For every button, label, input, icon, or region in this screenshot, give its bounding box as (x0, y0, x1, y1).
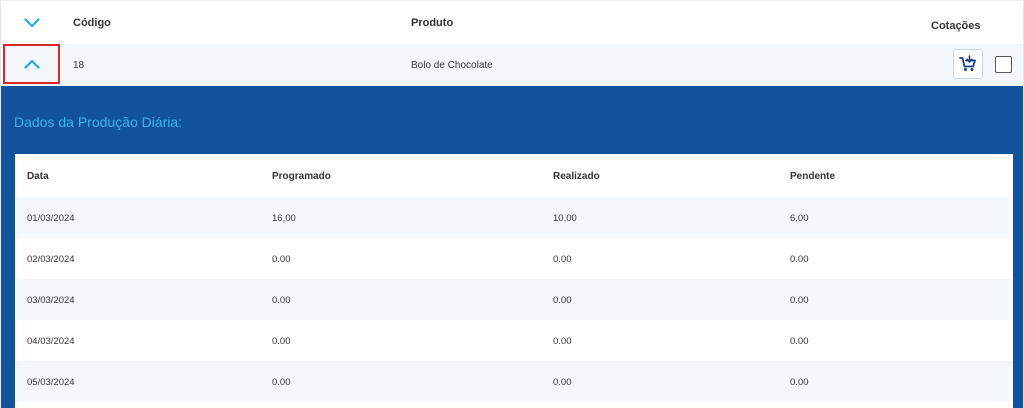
panel-title: Dados da Produção Diária: (14, 114, 183, 130)
cell-pendente: 0.00 (790, 254, 809, 265)
cell-data: 02/03/2024 (27, 254, 75, 265)
cell-realizado: 0.00 (553, 254, 572, 265)
cell-realizado: 0.00 (553, 295, 572, 306)
cell-data: 01/03/2024 (27, 213, 75, 224)
column-header-programado: Programado (272, 171, 331, 182)
table-row: 03/03/2024 0.00 0.00 0.00 (15, 279, 1013, 320)
add-to-quote-button[interactable] (953, 49, 983, 79)
column-header-data: Data (27, 171, 49, 182)
table-row: 02/03/2024 0.00 0.00 0.00 (15, 238, 1013, 279)
page: Código Produto Cotações 18 Bolo de Choco… (0, 0, 1024, 408)
product-codigo: 18 (73, 60, 85, 71)
expand-all-button[interactable] (15, 9, 49, 37)
table-row: 04/03/2024 0.00 0.00 0.00 (15, 320, 1013, 361)
cell-pendente: 0.00 (790, 377, 809, 388)
product-name: Bolo de Chocolate (411, 60, 493, 71)
add-to-cart-icon (959, 55, 976, 71)
cell-data: 05/03/2024 (27, 377, 75, 388)
cell-data: 03/03/2024 (27, 295, 75, 306)
cell-pendente: 0.00 (790, 295, 809, 306)
column-header-realizado: Realizado (553, 171, 600, 182)
column-header-produto: Produto (411, 17, 454, 29)
cell-programado: 16,00 (272, 213, 296, 224)
daily-production-panel: Dados da Produção Diária: Data Programad… (1, 86, 1023, 408)
cell-pendente: 0.00 (790, 336, 809, 347)
cell-programado: 0.00 (272, 254, 291, 265)
cell-programado: 0.00 (272, 295, 291, 306)
daily-production-table: Data Programado Realizado Pendente 01/03… (15, 154, 1013, 408)
product-row: 18 Bolo de Chocolate (1, 44, 1023, 86)
table-row: 01/03/2024 16,00 10,00 6,00 (15, 197, 1013, 238)
table-row: 05/03/2024 0.00 0.00 0.00 (15, 361, 1013, 402)
cell-realizado: 0.00 (553, 336, 572, 347)
column-header-pendente: Pendente (790, 171, 836, 182)
table-header-row: Data Programado Realizado Pendente (15, 154, 1013, 197)
chevron-up-icon (23, 59, 40, 69)
cell-programado: 0.00 (272, 377, 291, 388)
collapse-row-button[interactable] (3, 44, 60, 84)
cell-realizado: 10,00 (553, 213, 577, 224)
cell-data: 04/03/2024 (27, 336, 75, 347)
column-header-cotacoes: Cotações (931, 20, 981, 32)
row-select-checkbox[interactable] (995, 56, 1012, 73)
cell-pendente: 6,00 (790, 213, 809, 224)
column-header-codigo: Código (73, 17, 111, 29)
table-header-row: Código Produto Cotações (1, 0, 1023, 44)
cell-realizado: 0.00 (553, 377, 572, 388)
cell-programado: 0.00 (272, 336, 291, 347)
chevron-down-icon (24, 18, 40, 28)
